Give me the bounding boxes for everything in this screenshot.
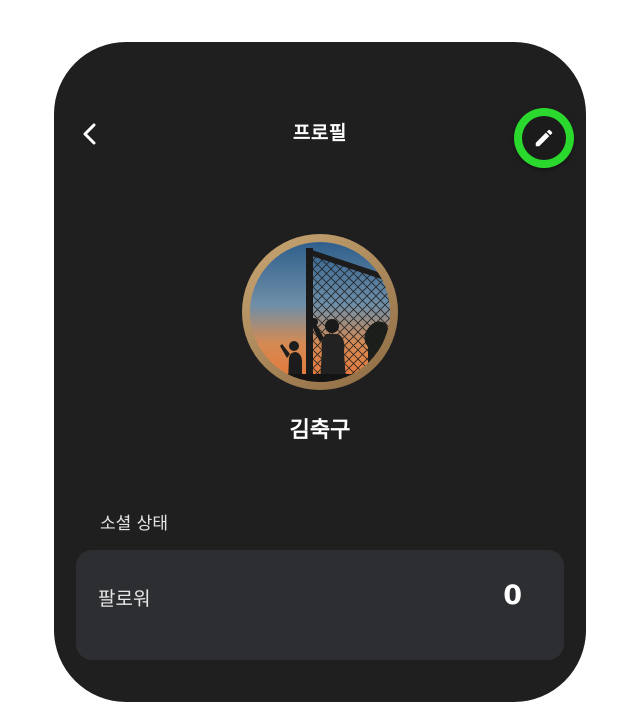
- followers-count: 0: [503, 580, 522, 611]
- profile-name: 김축구: [289, 418, 351, 443]
- avatar-image: [250, 242, 390, 382]
- followers-label: 팔로워: [98, 588, 151, 610]
- page-title: 프로필: [293, 122, 347, 144]
- edit-button-inner: [522, 116, 566, 160]
- profile-screen: 프로필 김축구 소셜 상태 팔로워 0: [54, 42, 586, 702]
- followers-card[interactable]: 팔로워 0: [76, 550, 564, 660]
- avatar-ring: [242, 234, 398, 390]
- avatar[interactable]: [250, 242, 390, 382]
- social-status-label: 소셜 상태: [100, 514, 168, 534]
- edit-profile-button[interactable]: [514, 108, 574, 168]
- pencil-icon: [535, 129, 553, 147]
